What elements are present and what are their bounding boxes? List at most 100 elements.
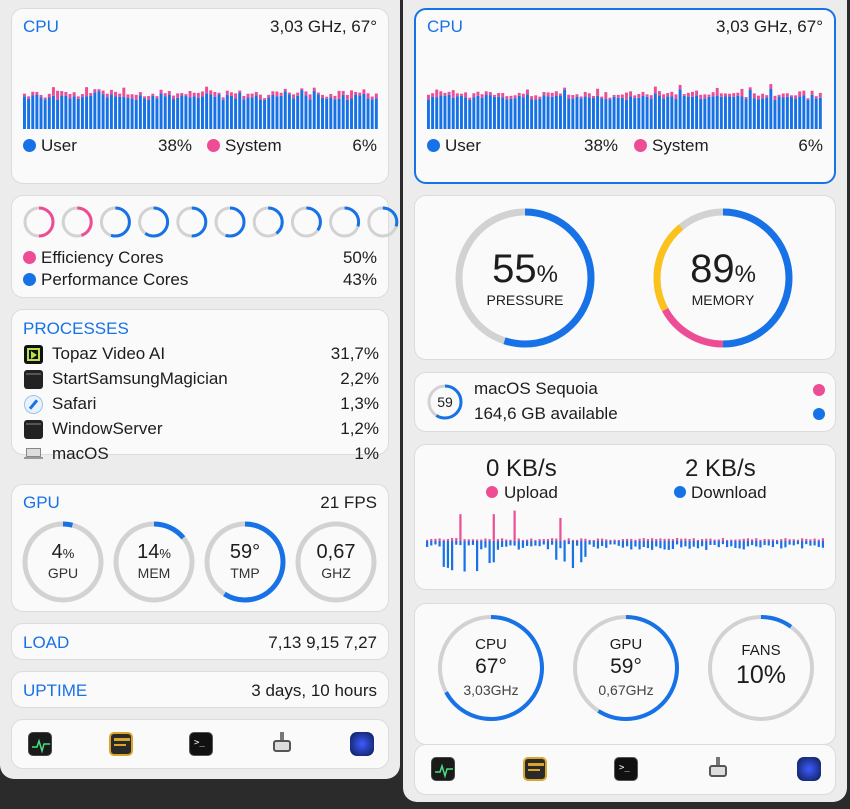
download-bar	[692, 541, 695, 547]
uptime-card[interactable]: UPTIME 3 days, 10 hours	[11, 671, 389, 708]
disk-card[interactable]: 59 macOS Sequoia 164,6 GB available	[414, 372, 836, 432]
cpu-system-bar	[225, 90, 229, 95]
cpu-system-bar	[691, 91, 694, 97]
cpu-user-bar	[56, 99, 60, 129]
cpu-user-bar	[658, 95, 661, 129]
cpu-user-bar	[781, 97, 785, 129]
cpu-user-bar	[234, 98, 238, 129]
network-card[interactable]: 0 KB/s Upload 2 KB/s Download	[414, 444, 836, 590]
download-bar	[771, 541, 775, 548]
cpu-user-bar	[213, 96, 217, 129]
process-name: Safari	[52, 394, 97, 413]
download-bar	[809, 541, 812, 546]
cpu-system-bar	[744, 97, 748, 100]
gpu-gauge-ghz: 0,67 GHZ	[295, 521, 377, 603]
download-bar	[601, 541, 604, 547]
upload-bar	[680, 538, 683, 541]
cpu-system-bar	[300, 88, 304, 91]
gauge-number: 4	[51, 541, 63, 563]
cpu-system-bar	[649, 95, 653, 99]
process-row[interactable]: StartSamsungMagician 2,2%	[12, 368, 390, 393]
memory-card[interactable]: 55% PRESSURE 89% MEMORY	[414, 195, 836, 360]
process-row[interactable]: Topaz Video AI 31,7%	[12, 343, 390, 368]
process-row[interactable]: WindowServer 1,2%	[12, 418, 390, 443]
cpu-card-selected[interactable]: CPU 3,03 GHz, 67° User 38% System 6%	[414, 8, 836, 184]
cpu-system-bar	[213, 91, 217, 97]
download-bar	[463, 541, 466, 572]
upload-bar	[655, 539, 658, 541]
cpu-system-bar	[316, 92, 320, 95]
cpu-system-bar	[637, 94, 641, 98]
download-bar	[688, 541, 691, 549]
cleaner-icon[interactable]	[270, 732, 294, 756]
process-row[interactable]: Safari 1,3%	[12, 393, 390, 418]
upload-bar	[476, 539, 479, 541]
cpu-user-bar	[517, 95, 521, 129]
cpu-user-bar	[155, 98, 159, 129]
upload-bar	[809, 539, 812, 541]
speedometer-icon[interactable]	[797, 757, 821, 781]
cpu-system-bar	[476, 91, 480, 96]
cpu-user-bar	[579, 98, 583, 129]
activity-monitor-icon[interactable]	[28, 732, 52, 756]
cpu-system-bar	[64, 91, 68, 96]
cpu-user-bar	[329, 97, 333, 129]
load-card[interactable]: LOAD 7,13 9,15 7,27	[11, 623, 389, 660]
cpu-user-bar	[296, 95, 300, 129]
processes-card[interactable]: PROCESSES Topaz Video AI 31,7% StartSams…	[11, 309, 390, 463]
download-bar	[630, 541, 633, 550]
console-icon[interactable]	[522, 757, 547, 781]
cpu-user-bar	[748, 89, 752, 129]
cpu-card[interactable]: CPU 3,03 GHz, 67° User 38% System 6%	[11, 8, 389, 184]
cpu-user-bar	[501, 97, 505, 129]
cpu-user-bar	[47, 97, 51, 129]
user-value: 38%	[158, 136, 193, 155]
cpu-system-bar	[114, 91, 118, 97]
cpu-system-bar	[47, 93, 51, 98]
terminal-icon[interactable]: >_	[189, 732, 213, 756]
sensor-label: FANS	[741, 642, 781, 659]
download-bar	[613, 541, 616, 545]
speedometer-icon[interactable]	[350, 732, 374, 756]
sensors-card[interactable]: CPU 67° 3,03GHz GPU 59° 0,67GHz FANS 10%	[414, 603, 836, 745]
upload-bar	[742, 538, 745, 541]
upload-bar	[471, 539, 475, 541]
upload-bar	[551, 538, 554, 541]
upload-bar	[630, 538, 633, 541]
download-bar	[451, 541, 454, 571]
cpu-user-bar	[35, 94, 39, 129]
cpu-system-bar	[625, 92, 628, 100]
cpu-user-bar	[93, 92, 97, 129]
cpu-user-bar	[316, 94, 320, 129]
cpu-info: 3,03 GHz, 67°	[716, 17, 823, 36]
gauge-value: 0,67	[295, 541, 377, 564]
cpu-user-bar	[130, 98, 134, 129]
cpu-system-bar	[337, 90, 341, 99]
console-icon[interactable]	[108, 732, 133, 756]
cleaner-icon[interactable]	[706, 757, 730, 781]
cpu-user-bar	[439, 95, 443, 129]
cpu-user-bar	[221, 99, 225, 129]
process-row[interactable]: macOS 1%	[12, 443, 390, 468]
cpu-system-bar	[435, 89, 439, 98]
network-traffic-chart	[426, 510, 825, 572]
cpu-user-bar	[176, 97, 180, 129]
app-shortcuts-bar: >_	[414, 744, 836, 795]
memory-gauge: 89% MEMORY	[652, 207, 794, 349]
activity-monitor-icon[interactable]	[431, 757, 455, 781]
download-bar	[638, 541, 641, 550]
gpu-card[interactable]: GPU 21 FPS 4% GPU 14% MEM 59° TMP 0,67 GHZ	[11, 484, 389, 612]
cpu-system-bar	[143, 96, 146, 99]
user-label: User	[41, 136, 77, 155]
upload-bar	[580, 538, 583, 541]
cores-card[interactable]: Efficiency Cores 50% Performance Cores 4…	[11, 195, 399, 298]
cpu-system-bar	[653, 86, 657, 94]
cpu-user-bar	[818, 97, 822, 129]
cpu-system-bar	[781, 93, 785, 98]
cpu-user-bar	[567, 98, 571, 129]
upload-bar	[571, 539, 575, 541]
terminal-icon[interactable]: >_	[614, 757, 638, 781]
download-rate: 2 KB/s	[685, 455, 756, 482]
cpu-system-bar	[275, 91, 279, 97]
download-bar	[634, 541, 637, 547]
